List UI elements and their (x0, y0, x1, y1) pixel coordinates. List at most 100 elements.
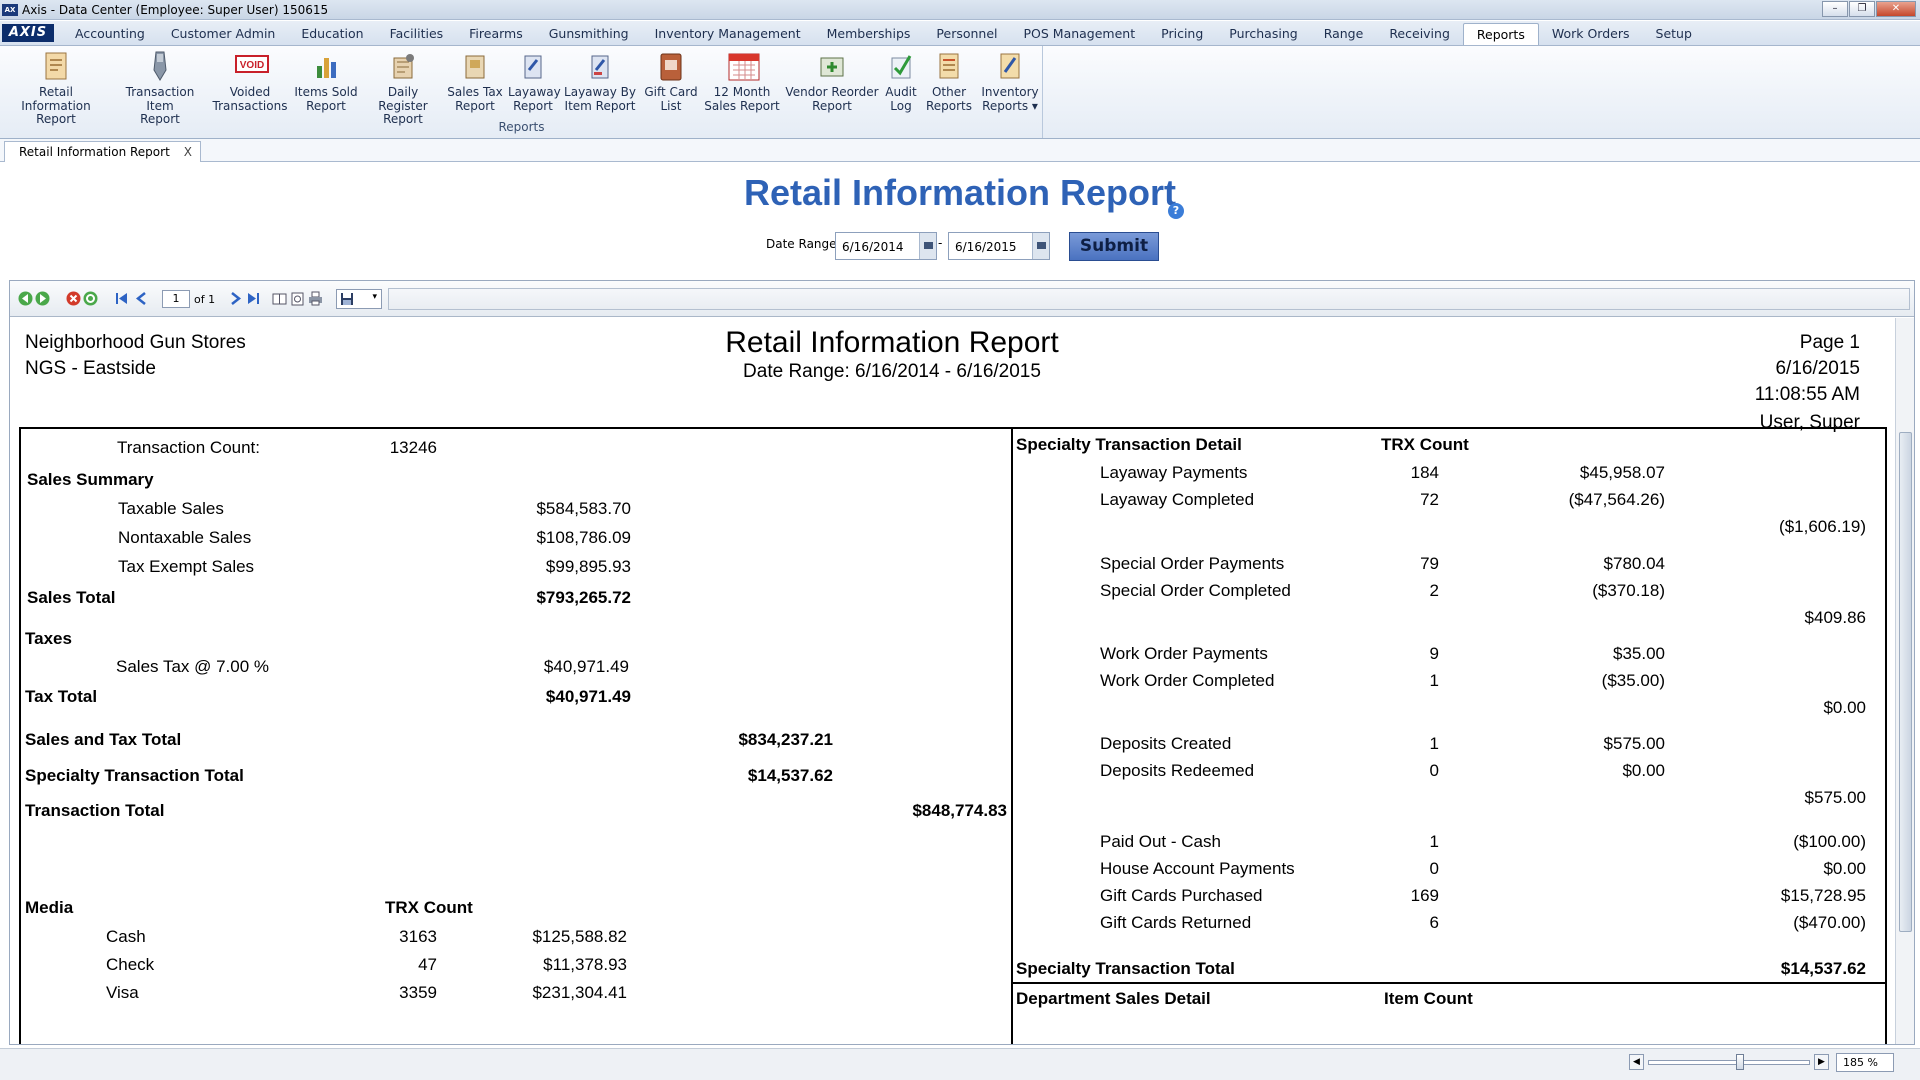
specialty-subtotal: $0.00 (1823, 698, 1866, 717)
specialty-row-label: Deposits Created (1100, 734, 1232, 753)
calendar-picker-icon[interactable] (919, 233, 936, 259)
forward-icon[interactable] (35, 291, 50, 306)
specialty-row-count: 184 (1410, 463, 1439, 482)
menu-firearms[interactable]: Firearms (456, 23, 536, 45)
zoom-out-icon[interactable]: ◀ (1629, 1054, 1644, 1070)
last-page-icon[interactable] (246, 291, 261, 306)
pen-icon (145, 50, 175, 82)
sales-total-value: $793,265.72 (536, 588, 631, 607)
close-window-button[interactable]: ✕ (1876, 1, 1916, 17)
zoom-slider[interactable] (1648, 1060, 1810, 1065)
report-date: 6/16/2015 (1775, 358, 1860, 379)
zoom-level[interactable]: 185 % (1836, 1053, 1894, 1072)
report-vertical-scrollbar[interactable] (1895, 318, 1914, 1044)
menu-purchasing[interactable]: Purchasing (1216, 23, 1310, 45)
next-page-icon[interactable] (228, 291, 243, 306)
save-icon (341, 293, 353, 305)
specialty-row-count: 2 (1429, 581, 1439, 600)
menu-work-orders[interactable]: Work Orders (1539, 23, 1643, 45)
stop-icon[interactable] (66, 291, 81, 306)
specialty-row-label: Deposits Redeemed (1100, 761, 1255, 780)
date-from-field[interactable]: 6/16/2014 (835, 232, 937, 260)
media-count: 3163 (399, 927, 437, 946)
zoom-in-icon[interactable]: ▶ (1814, 1054, 1829, 1070)
media-trx-count-heading: TRX Count (385, 898, 473, 917)
print-layout-icon[interactable] (272, 291, 287, 306)
specialty-row-count: 79 (1420, 554, 1439, 573)
export-dropdown[interactable]: ▾ (336, 289, 382, 309)
scrollbar-thumb[interactable] (1899, 432, 1912, 932)
specialty-subtotal: $409.86 (1804, 608, 1866, 627)
layaway-by-item-report-button[interactable]: Layaway By Item Report (562, 50, 638, 113)
specialty-total-value: $14,537.62 (1780, 959, 1866, 978)
daily-register-report-button[interactable]: Daily Register Report (364, 50, 442, 127)
report-time: 11:08:55 AM (1754, 384, 1860, 405)
close-tab-icon[interactable]: X (184, 142, 192, 162)
menu-facilities[interactable]: Facilities (377, 23, 457, 45)
report-viewer: 1 of 1 ▾ Neighborhood Gun Stores NGS - E… (9, 280, 1915, 1045)
other-reports-button[interactable]: Other Reports (922, 50, 976, 113)
viewer-toolbar: 1 of 1 ▾ (10, 281, 1914, 317)
menu-personnel[interactable]: Personnel (923, 23, 1010, 45)
menu-setup[interactable]: Setup (1643, 23, 1705, 45)
page-setup-icon[interactable] (290, 291, 305, 306)
vendor-reorder-report-button[interactable]: Vendor Reorder Report (784, 50, 880, 113)
print-icon[interactable] (308, 291, 323, 306)
menu-memberships[interactable]: Memberships (814, 23, 924, 45)
media-amount: $125,588.82 (532, 927, 627, 946)
first-page-icon[interactable] (114, 291, 129, 306)
menu-education[interactable]: Education (288, 23, 376, 45)
menu-inventory-management[interactable]: Inventory Management (642, 23, 814, 45)
menu-pos-management[interactable]: POS Management (1011, 23, 1149, 45)
refresh-icon[interactable] (83, 291, 98, 306)
transaction-item-report-button[interactable]: Transaction Item Report (112, 50, 208, 127)
gift-card-list-button[interactable]: Gift Card List (642, 50, 700, 113)
report-page: Neighborhood Gun Stores NGS - Eastside R… (10, 318, 1892, 1044)
menu-receiving[interactable]: Receiving (1376, 23, 1463, 45)
menu-range[interactable]: Range (1311, 23, 1377, 45)
specialty-row-label: Paid Out - Cash (1100, 832, 1221, 851)
taxes-heading: Taxes (25, 629, 72, 648)
specialty-row-label: Special Order Payments (1100, 554, 1285, 573)
specialty-row-label: Gift Cards Returned (1100, 913, 1252, 932)
specialty-row-label: Layaway Completed (1100, 490, 1255, 509)
help-icon[interactable]: ? (1168, 203, 1184, 219)
specialty-row-label: House Account Payments (1100, 859, 1295, 878)
layaway-report-button[interactable]: Layaway Report (508, 50, 561, 113)
specialty-row-count: 72 (1420, 490, 1439, 509)
back-icon[interactable] (18, 291, 33, 306)
chevron-down-icon: ▾ (372, 292, 377, 302)
menu-accounting[interactable]: Accounting (62, 23, 158, 45)
audit-log-button[interactable]: Audit Log (884, 50, 918, 113)
tab-retail-information-report[interactable]: Retail Information Report X (4, 141, 202, 162)
svg-text:VOID: VOID (240, 60, 264, 71)
specialty-row-amount: $45,958.07 (1579, 463, 1665, 482)
report-date-range: Date Range: 6/16/2014 - 6/16/2015 (743, 361, 1041, 382)
specialty-row-label: Gift Cards Purchased (1100, 886, 1263, 905)
prev-page-icon[interactable] (134, 291, 149, 306)
sales-tax-report-button[interactable]: Sales Tax Report (446, 50, 504, 113)
submit-button[interactable]: Submit (1069, 232, 1159, 261)
restore-button[interactable]: ❐ (1849, 1, 1875, 17)
items-sold-report-button[interactable]: Items Sold Report (292, 50, 360, 113)
retail-information-report-button[interactable]: Retail Information Report (6, 50, 106, 127)
zoom-slider-thumb[interactable] (1736, 1054, 1744, 1070)
specialty-row-count: 9 (1429, 644, 1439, 663)
menu-reports[interactable]: Reports (1462, 23, 1539, 45)
specialty-row-count: 1 (1429, 671, 1439, 690)
menu-pricing[interactable]: Pricing (1148, 23, 1216, 45)
specialty-row-count: 1 (1429, 734, 1439, 753)
calendar-picker-icon[interactable] (1032, 233, 1049, 259)
menu-customer-admin[interactable]: Customer Admin (158, 23, 289, 45)
page-number-input[interactable]: 1 (162, 290, 190, 308)
voided-transactions-button[interactable]: VOID Voided Transactions (212, 50, 288, 113)
menu-gunsmithing[interactable]: Gunsmithing (536, 23, 642, 45)
main-menu-bar: AXIS Accounting Customer Admin Education… (0, 21, 1920, 46)
minimize-button[interactable]: – (1822, 1, 1848, 17)
date-to-field[interactable]: 6/16/2015 (948, 232, 1050, 260)
inventory-reports-button[interactable]: Inventory Reports ▾ (980, 50, 1040, 113)
department-sales-heading: Department Sales Detail (1016, 989, 1211, 1008)
media-name: Visa (106, 983, 139, 1002)
12-month-sales-report-button[interactable]: 12 Month Sales Report (704, 50, 780, 113)
tax-exempt-sales-value: $99,895.93 (545, 557, 631, 576)
